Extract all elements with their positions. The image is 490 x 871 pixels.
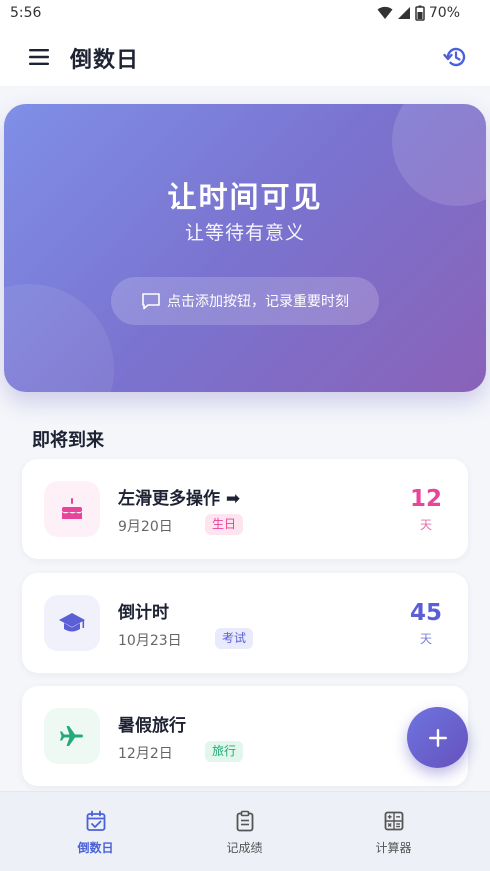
- event-countdown: 45 天: [406, 600, 446, 647]
- status-indicators: 70%: [377, 5, 460, 21]
- event-date: 9月20日: [118, 519, 173, 535]
- plus-icon: [428, 728, 447, 747]
- event-card[interactable]: 暑假旅行 12月2日 旅行: [22, 686, 468, 786]
- event-days-unit: 天: [419, 518, 432, 532]
- menu-icon[interactable]: [27, 46, 51, 68]
- nav-label: 记成绩: [226, 841, 263, 855]
- event-card[interactable]: 倒计时 10月23日 考试 45 天: [22, 573, 468, 673]
- section-title: 即将到来: [32, 430, 104, 451]
- hero-title: 让时间可见: [167, 180, 323, 214]
- add-event-button[interactable]: [407, 707, 468, 768]
- nav-label: 倒数日: [77, 841, 114, 855]
- event-icon-box: [44, 595, 100, 651]
- calendar-check-icon: [86, 810, 105, 831]
- nav-item-calculator[interactable]: 计算器: [312, 792, 475, 871]
- status-bar: 5:56 70%: [0, 0, 490, 28]
- event-days-unit: 天: [419, 632, 432, 646]
- clipboard-icon: [236, 810, 253, 832]
- hero-hint: 点击添加按钮，记录重要时刻: [111, 277, 379, 325]
- event-icon-box: [44, 481, 100, 537]
- event-date: 10月23日: [118, 633, 182, 649]
- battery-level: 70%: [428, 5, 460, 21]
- nav-item-countdown[interactable]: 倒数日: [14, 792, 177, 871]
- hero-banner: 让时间可见 让等待有意义 点击添加按钮，记录重要时刻: [4, 104, 486, 392]
- history-icon[interactable]: [442, 44, 468, 70]
- status-time: 5:56: [10, 5, 42, 21]
- nav-item-scores[interactable]: 记成绩: [163, 792, 326, 871]
- event-card[interactable]: 左滑更多操作 ➡ 9月20日 生日 12 天: [22, 459, 468, 559]
- chat-bubble-icon: [142, 293, 160, 310]
- app-bar: 倒数日: [0, 28, 490, 86]
- event-icon-box: [44, 708, 100, 764]
- event-category-badge: 旅行: [205, 741, 244, 762]
- hero-subtitle: 让等待有意义: [184, 222, 305, 244]
- hero-hint-text: 点击添加按钮，记录重要时刻: [167, 294, 349, 310]
- battery-icon: [415, 5, 425, 21]
- decorative-circle: [4, 284, 114, 392]
- cake-icon: [62, 498, 82, 519]
- event-category-badge: 生日: [205, 514, 244, 535]
- wifi-icon: [377, 6, 393, 20]
- graduation-cap-icon: [59, 613, 85, 632]
- calculator-icon: [384, 811, 403, 831]
- event-days-count: 12: [409, 486, 442, 512]
- event-days-count: 45: [409, 600, 442, 626]
- bottom-navigation: 倒数日 记成绩 计算器: [0, 791, 490, 871]
- page-title: 倒数日: [70, 48, 140, 73]
- signal-icon: [397, 7, 410, 19]
- event-title: 倒计时: [118, 603, 169, 623]
- airplane-icon: [60, 726, 83, 746]
- event-title: 暑假旅行: [118, 716, 186, 736]
- event-date: 12月2日: [118, 746, 173, 762]
- event-countdown: 12 天: [406, 486, 446, 533]
- event-title: 左滑更多操作 ➡: [118, 489, 241, 509]
- nav-label: 计算器: [375, 841, 412, 855]
- event-category-badge: 考试: [215, 628, 254, 649]
